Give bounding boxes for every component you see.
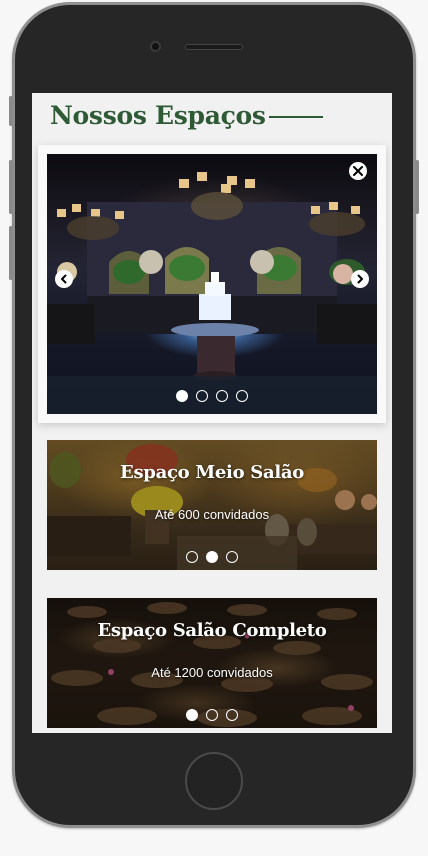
pagination-dot[interactable] (206, 709, 218, 721)
chevron-left-icon (61, 274, 67, 284)
hall-illustration (47, 172, 377, 414)
space-card-meio-salao[interactable]: Espaço Meio Salão Até 600 convidados (47, 440, 377, 570)
featured-slide[interactable] (47, 154, 377, 414)
section-header: Nossos Espaços (32, 93, 392, 139)
pagination-dot[interactable] (186, 709, 198, 721)
space-card-salao-completo[interactable]: Espaço Salão Completo Até 1200 convidado… (47, 598, 377, 728)
pagination-dot[interactable] (206, 551, 218, 563)
space-capacity: Até 1200 convidados (151, 665, 273, 680)
salao-completo-pagination (47, 709, 377, 721)
hall-photo (47, 154, 377, 414)
volume-up-button (9, 160, 13, 214)
meio-salao-pagination (47, 551, 377, 563)
previous-slide-button[interactable] (55, 270, 73, 288)
featured-pagination (47, 390, 377, 402)
chevron-right-icon (357, 274, 363, 284)
space-name: Espaço Salão Completo (97, 620, 327, 641)
pagination-dot[interactable] (216, 390, 228, 402)
pagination-dot[interactable] (236, 390, 248, 402)
space-capacity: Até 600 convidados (154, 507, 270, 522)
pagination-dot[interactable] (196, 390, 208, 402)
pagination-dot[interactable] (176, 390, 188, 402)
pagination-dot[interactable] (186, 551, 198, 563)
mute-switch (9, 96, 13, 126)
page-title: Nossos Espaços (50, 101, 266, 130)
title-divider (269, 116, 323, 118)
volume-down-button (9, 226, 13, 280)
close-button[interactable] (349, 162, 367, 180)
home-button[interactable] (185, 752, 243, 810)
pagination-dot[interactable] (226, 709, 238, 721)
close-icon (353, 166, 363, 176)
phone-screen: Nossos Espaços Espaço Meio Salão Até 600… (32, 93, 392, 733)
space-name: Espaço Meio Salão (120, 462, 304, 483)
front-camera (150, 41, 161, 52)
power-button (415, 160, 419, 214)
earpiece-speaker (185, 44, 243, 50)
pagination-dot[interactable] (226, 551, 238, 563)
next-slide-button[interactable] (351, 270, 369, 288)
